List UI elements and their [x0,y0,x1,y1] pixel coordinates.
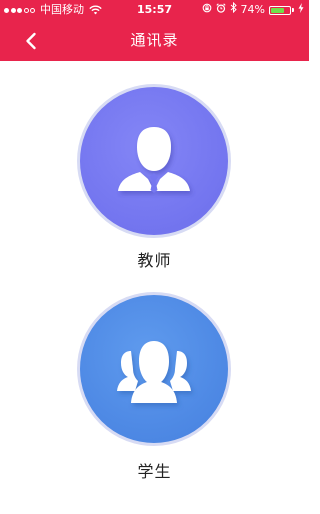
student-label[interactable]: 学生 [0,458,309,482]
teacher-avatar-circle[interactable] [77,84,231,238]
charging-icon [298,0,304,20]
battery-icon [269,5,294,15]
status-bar: 中国移动 15:57 74% [0,0,309,20]
student-avatar-circle[interactable] [77,292,231,446]
alarm-icon [215,0,226,20]
page-title: 通讯录 [130,31,179,49]
teacher-label[interactable]: 教师 [0,247,309,271]
orientation-lock-icon [202,0,212,20]
battery-level-fill [271,7,285,13]
teacher-person-icon [118,127,190,193]
student-group-icon [117,341,191,403]
bluetooth-icon [230,0,237,20]
status-right: 74% [202,0,304,20]
battery-percent: 74% [240,3,265,16]
nav-bar: 通讯录 [0,20,309,61]
